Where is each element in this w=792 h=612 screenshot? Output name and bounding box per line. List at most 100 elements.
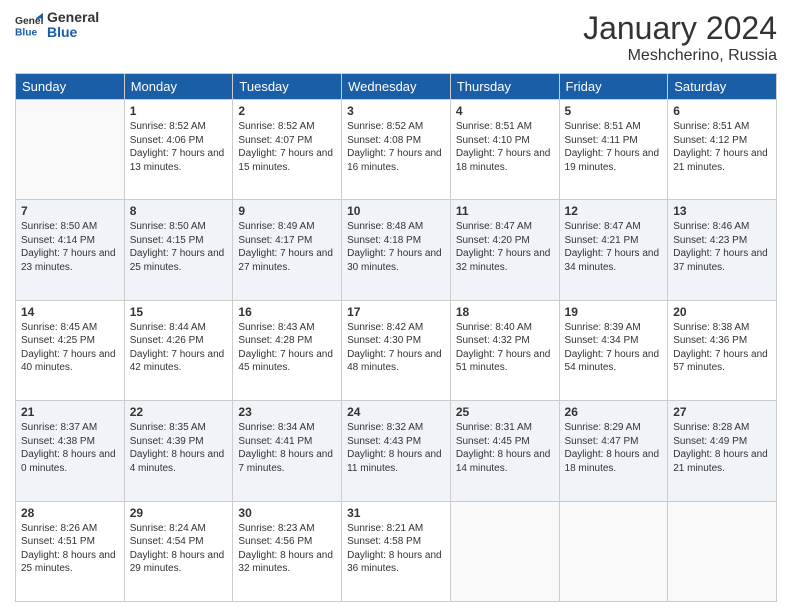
day-info: Sunrise: 8:50 AMSunset: 4:15 PMDaylight:… xyxy=(130,220,228,274)
day-number: 29 xyxy=(130,506,228,520)
day-number: 5 xyxy=(565,104,663,118)
day-number: 2 xyxy=(238,104,336,118)
day-number: 26 xyxy=(565,405,663,419)
calendar-cell xyxy=(450,501,559,601)
calendar-table: SundayMondayTuesdayWednesdayThursdayFrid… xyxy=(15,73,777,602)
day-number: 22 xyxy=(130,405,228,419)
calendar-cell: 4 Sunrise: 8:51 AMSunset: 4:10 PMDaylight… xyxy=(450,100,559,200)
day-info: Sunrise: 8:44 AMSunset: 4:26 PMDaylight:… xyxy=(130,321,228,375)
calendar-week-4: 21 Sunrise: 8:37 AMSunset: 4:38 PMDayligh… xyxy=(16,401,777,501)
day-info: Sunrise: 8:42 AMSunset: 4:30 PMDaylight:… xyxy=(347,321,445,375)
calendar-cell: 14 Sunrise: 8:45 AMSunset: 4:25 PMDayligh… xyxy=(16,300,125,400)
day-number: 6 xyxy=(673,104,771,118)
calendar-cell: 18Sunrise: 8:40 AMSunset: 4:32 PMDayligh… xyxy=(450,300,559,400)
day-number: 9 xyxy=(238,204,336,218)
calendar-page: General Blue General Blue January 2024 M… xyxy=(0,0,792,612)
day-number: 1 xyxy=(130,104,228,118)
calendar-cell xyxy=(668,501,777,601)
logo-icon: General Blue xyxy=(15,11,43,39)
weekday-header-row: SundayMondayTuesdayWednesdayThursdayFrid… xyxy=(16,74,777,100)
day-number: 3 xyxy=(347,104,445,118)
day-number: 30 xyxy=(238,506,336,520)
calendar-cell: 5 Sunrise: 8:51 AMSunset: 4:11 PMDaylight… xyxy=(559,100,668,200)
weekday-header-thursday: Thursday xyxy=(450,74,559,100)
day-number: 31 xyxy=(347,506,445,520)
day-info: Sunrise: 8:28 AMSunset: 4:49 PMDaylight:… xyxy=(673,421,771,475)
day-info: Sunrise: 8:37 AMSunset: 4:38 PMDaylight:… xyxy=(21,421,119,475)
day-info: Sunrise: 8:43 AMSunset: 4:28 PMDaylight:… xyxy=(238,321,336,375)
day-number: 14 xyxy=(21,305,119,319)
day-number: 28 xyxy=(21,506,119,520)
day-info: Sunrise: 8:31 AMSunset: 4:45 PMDaylight:… xyxy=(456,421,554,475)
header: General Blue General Blue January 2024 M… xyxy=(15,10,777,65)
calendar-cell: 1 Sunrise: 8:52 AMSunset: 4:06 PMDaylight… xyxy=(124,100,233,200)
calendar-week-2: 7 Sunrise: 8:50 AMSunset: 4:14 PMDaylight… xyxy=(16,200,777,300)
calendar-cell: 15Sunrise: 8:44 AMSunset: 4:26 PMDayligh… xyxy=(124,300,233,400)
day-info: Sunrise: 8:48 AMSunset: 4:18 PMDaylight:… xyxy=(347,220,445,274)
calendar-cell: 8 Sunrise: 8:50 AMSunset: 4:15 PMDaylight… xyxy=(124,200,233,300)
calendar-week-1: 1 Sunrise: 8:52 AMSunset: 4:06 PMDaylight… xyxy=(16,100,777,200)
day-info: Sunrise: 8:32 AMSunset: 4:43 PMDaylight:… xyxy=(347,421,445,475)
day-number: 19 xyxy=(565,305,663,319)
day-info: Sunrise: 8:46 AMSunset: 4:23 PMDaylight:… xyxy=(673,220,771,274)
day-info: Sunrise: 8:26 AMSunset: 4:51 PMDaylight:… xyxy=(21,522,119,576)
calendar-cell: 12 Sunrise: 8:47 AMSunset: 4:21 PMDayligh… xyxy=(559,200,668,300)
day-number: 7 xyxy=(21,204,119,218)
weekday-header-monday: Monday xyxy=(124,74,233,100)
day-number: 8 xyxy=(130,204,228,218)
calendar-cell: 29 Sunrise: 8:24 AMSunset: 4:54 PMDayligh… xyxy=(124,501,233,601)
calendar-cell: 21 Sunrise: 8:37 AMSunset: 4:38 PMDayligh… xyxy=(16,401,125,501)
weekday-header-tuesday: Tuesday xyxy=(233,74,342,100)
day-info: Sunrise: 8:47 AMSunset: 4:21 PMDaylight:… xyxy=(565,220,663,274)
day-number: 10 xyxy=(347,204,445,218)
calendar-cell: 17 Sunrise: 8:42 AMSunset: 4:30 PMDayligh… xyxy=(342,300,451,400)
day-number: 16 xyxy=(238,305,336,319)
location: Meshcherino, Russia xyxy=(583,47,777,65)
day-info: Sunrise: 8:45 AMSunset: 4:25 PMDaylight:… xyxy=(21,321,119,375)
day-number: 11 xyxy=(456,204,554,218)
day-number: 4 xyxy=(456,104,554,118)
logo-general: General xyxy=(47,10,99,25)
weekday-header-wednesday: Wednesday xyxy=(342,74,451,100)
calendar-cell: 9 Sunrise: 8:49 AMSunset: 4:17 PMDaylight… xyxy=(233,200,342,300)
day-info: Sunrise: 8:52 AMSunset: 4:06 PMDaylight:… xyxy=(130,120,228,174)
day-number: 20 xyxy=(673,305,771,319)
weekday-header-sunday: Sunday xyxy=(16,74,125,100)
day-info: Sunrise: 8:51 AMSunset: 4:10 PMDaylight:… xyxy=(456,120,554,174)
calendar-week-5: 28 Sunrise: 8:26 AMSunset: 4:51 PMDayligh… xyxy=(16,501,777,601)
day-info: Sunrise: 8:51 AMSunset: 4:12 PMDaylight:… xyxy=(673,120,771,174)
day-number: 13 xyxy=(673,204,771,218)
day-info: Sunrise: 8:39 AMSunset: 4:34 PMDaylight:… xyxy=(565,321,663,375)
day-info: Sunrise: 8:49 AMSunset: 4:17 PMDaylight:… xyxy=(238,220,336,274)
day-info: Sunrise: 8:51 AMSunset: 4:11 PMDaylight:… xyxy=(565,120,663,174)
day-number: 12 xyxy=(565,204,663,218)
day-info: Sunrise: 8:29 AMSunset: 4:47 PMDaylight:… xyxy=(565,421,663,475)
day-info: Sunrise: 8:38 AMSunset: 4:36 PMDaylight:… xyxy=(673,321,771,375)
calendar-cell: 3 Sunrise: 8:52 AMSunset: 4:08 PMDaylight… xyxy=(342,100,451,200)
calendar-cell xyxy=(16,100,125,200)
day-number: 21 xyxy=(21,405,119,419)
day-info: Sunrise: 8:52 AMSunset: 4:08 PMDaylight:… xyxy=(347,120,445,174)
logo: General Blue General Blue xyxy=(15,10,99,41)
calendar-cell: 2Sunrise: 8:52 AMSunset: 4:07 PMDaylight… xyxy=(233,100,342,200)
day-info: Sunrise: 8:47 AMSunset: 4:20 PMDaylight:… xyxy=(456,220,554,274)
logo-blue: Blue xyxy=(47,25,99,40)
calendar-cell: 23Sunrise: 8:34 AMSunset: 4:41 PMDayligh… xyxy=(233,401,342,501)
calendar-cell: 30Sunrise: 8:23 AMSunset: 4:56 PMDayligh… xyxy=(233,501,342,601)
calendar-cell: 26 Sunrise: 8:29 AMSunset: 4:47 PMDayligh… xyxy=(559,401,668,501)
calendar-cell xyxy=(559,501,668,601)
calendar-cell: 11 Sunrise: 8:47 AMSunset: 4:20 PMDayligh… xyxy=(450,200,559,300)
day-number: 18 xyxy=(456,305,554,319)
svg-text:Blue: Blue xyxy=(15,28,38,39)
day-info: Sunrise: 8:50 AMSunset: 4:14 PMDaylight:… xyxy=(21,220,119,274)
calendar-cell: 22Sunrise: 8:35 AMSunset: 4:39 PMDayligh… xyxy=(124,401,233,501)
day-number: 17 xyxy=(347,305,445,319)
day-info: Sunrise: 8:24 AMSunset: 4:54 PMDaylight:… xyxy=(130,522,228,576)
calendar-cell: 31 Sunrise: 8:21 AMSunset: 4:58 PMDayligh… xyxy=(342,501,451,601)
day-number: 25 xyxy=(456,405,554,419)
day-info: Sunrise: 8:21 AMSunset: 4:58 PMDaylight:… xyxy=(347,522,445,576)
weekday-header-saturday: Saturday xyxy=(668,74,777,100)
calendar-cell: 20 Sunrise: 8:38 AMSunset: 4:36 PMDayligh… xyxy=(668,300,777,400)
calendar-cell: 25 Sunrise: 8:31 AMSunset: 4:45 PMDayligh… xyxy=(450,401,559,501)
calendar-cell: 16 Sunrise: 8:43 AMSunset: 4:28 PMDayligh… xyxy=(233,300,342,400)
